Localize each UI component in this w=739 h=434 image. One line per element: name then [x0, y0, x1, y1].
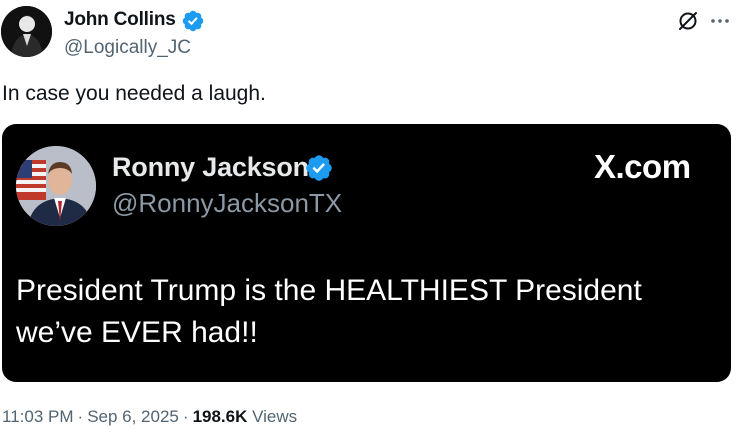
tweet-date[interactable]: Sep 6, 2025: [87, 407, 179, 426]
views-count[interactable]: 198.6K: [193, 407, 248, 426]
meta-separator: ·: [77, 407, 84, 426]
grok-icon[interactable]: [676, 9, 700, 33]
meta-separator: ·: [182, 407, 189, 426]
card-author-avatar: [16, 146, 96, 226]
card-brand-label: X.com: [594, 148, 691, 185]
card-author-name: Ronny Jackson: [112, 152, 309, 182]
card-author-handle: @RonnyJacksonTX: [112, 188, 343, 218]
tweet-time[interactable]: 11:03 PM: [2, 407, 74, 426]
author-handle[interactable]: @Logically_JC: [64, 37, 191, 59]
card-verified-badge-icon: [306, 155, 332, 181]
verified-badge-icon: [182, 10, 204, 32]
embedded-image-card[interactable]: Ronny Jackson @RonnyJacksonTX X.com Pres…: [2, 124, 731, 382]
author-avatar[interactable]: [1, 6, 52, 57]
card-post-text: President Trump is the HEALTHIEST Presid…: [16, 274, 642, 349]
tweet-text: In case you needed a laugh.: [2, 82, 266, 105]
tweet-meta: 11:03 PM · Sep 6, 2025 · 198.6K Views: [2, 407, 297, 427]
author-name[interactable]: John Collins: [64, 9, 176, 31]
views-label: Views: [252, 407, 298, 426]
more-icon[interactable]: [708, 9, 732, 33]
